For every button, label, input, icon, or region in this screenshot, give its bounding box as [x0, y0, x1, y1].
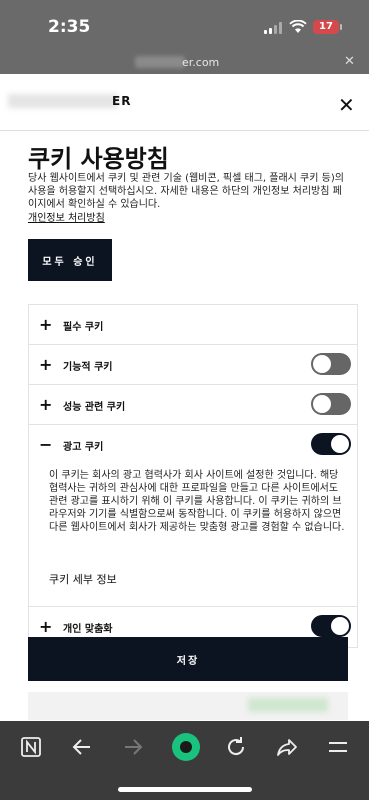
expand-plus-icon[interactable]: +	[39, 395, 52, 414]
toggle-knob	[331, 435, 349, 453]
category-label: 성능 관련 쿠키	[63, 402, 126, 413]
expand-plus-icon[interactable]: +	[39, 355, 52, 374]
battery-icon: 17	[313, 20, 342, 34]
category-label: 개인 맞춤화	[63, 624, 113, 635]
advertising-description: 이 쿠키는 회사의 광고 협력사가 회사 사이트에 설정한 것입니다. 해당 협…	[49, 470, 345, 533]
category-label: 기능적 쿠키	[63, 362, 113, 373]
category-functional[interactable]: + 기능적 쿠키	[29, 345, 357, 385]
logo-redacted	[8, 94, 118, 108]
page-content-peek	[28, 692, 348, 720]
category-label: 필수 쿠키	[63, 322, 104, 333]
url-bar[interactable]: er.com ✕	[0, 52, 369, 74]
forward-arrow-icon[interactable]	[120, 734, 146, 760]
notion-icon[interactable]	[18, 734, 44, 760]
home-record-icon[interactable]	[171, 732, 201, 762]
category-advertising[interactable]: − 광고 쿠키	[29, 425, 357, 465]
advertising-toggle[interactable]	[311, 433, 351, 455]
close-icon[interactable]: ✕	[344, 54, 355, 69]
toggle-knob	[313, 355, 331, 373]
share-icon[interactable]	[274, 734, 300, 760]
url-text: er.com	[182, 56, 220, 69]
expand-plus-icon[interactable]: +	[39, 315, 52, 334]
performance-toggle[interactable]	[311, 393, 351, 415]
category-performance[interactable]: + 성능 관련 쿠키	[29, 385, 357, 425]
modal-close-icon[interactable]: ✕	[338, 93, 355, 117]
expand-plus-icon[interactable]: +	[39, 617, 52, 636]
advertising-details: 이 쿠키는 회사의 광고 협력사가 회사 사이트에 설정한 것입니다. 해당 협…	[29, 465, 357, 607]
reload-icon[interactable]	[223, 734, 249, 760]
category-essential[interactable]: + 필수 쿠키	[29, 305, 357, 345]
url-redacted	[135, 56, 185, 68]
description: 당사 웹사이트에서 쿠키 및 관련 기술 (웹비콘, 픽셀 태그, 플래시 쿠키…	[28, 173, 344, 210]
home-indicator	[118, 787, 252, 792]
save-button[interactable]: 저장	[28, 637, 348, 681]
redacted-content	[248, 698, 328, 712]
back-arrow-icon[interactable]	[69, 734, 95, 760]
divider	[0, 130, 369, 131]
personalization-toggle[interactable]	[311, 615, 351, 637]
category-label: 광고 쿠키	[63, 442, 104, 453]
page-title: 쿠키 사용방침	[28, 145, 169, 173]
collapse-minus-icon[interactable]: −	[39, 435, 52, 454]
privacy-policy-link[interactable]: 개인정보 처리방침	[28, 209, 105, 224]
cookie-details-link[interactable]: 쿠키 세부 정보	[49, 571, 117, 587]
accept-all-button[interactable]: 모두 승인	[28, 239, 112, 281]
logo: ER	[112, 94, 132, 108]
functional-toggle[interactable]	[311, 353, 351, 375]
cookie-category-list: + 필수 쿠키 + 기능적 쿠키 + 성능 관련 쿠키 − 광고 쿠키 이 쿠키…	[28, 304, 358, 648]
toggle-knob	[331, 617, 349, 635]
toggle-knob	[313, 395, 331, 413]
wifi-icon	[289, 19, 307, 33]
status-time: 2:35	[48, 17, 91, 37]
cellular-signal-icon	[264, 22, 284, 34]
status-bar: 2:35 17	[0, 0, 369, 52]
menu-icon[interactable]	[325, 734, 351, 760]
